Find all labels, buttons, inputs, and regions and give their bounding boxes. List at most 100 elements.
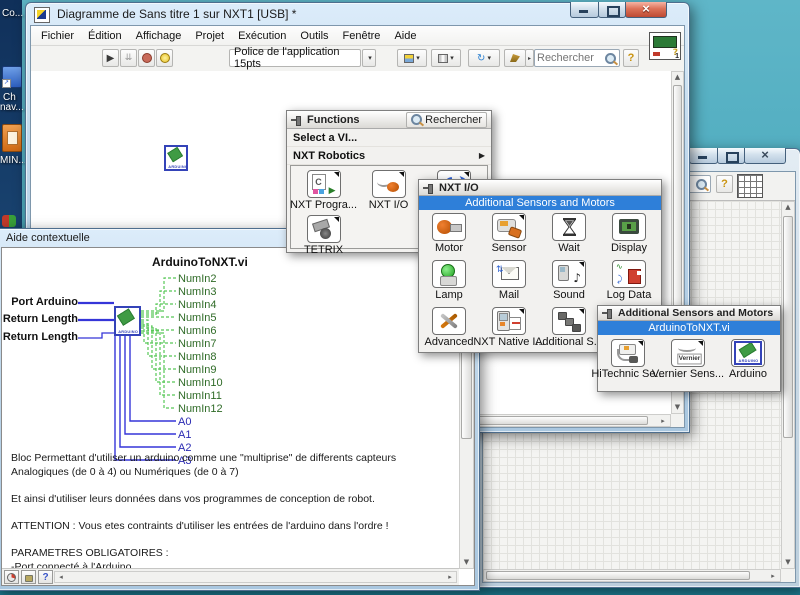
- scroll-right-arrow[interactable]: ▸: [768, 573, 778, 580]
- palette-cell-motor[interactable]: Motor: [419, 213, 479, 254]
- abort-button[interactable]: [138, 49, 155, 67]
- palette-item-select-vi[interactable]: Select a VI...: [287, 129, 491, 147]
- help-horizontal-scrollbar[interactable]: ◂ ▸: [54, 571, 457, 583]
- lock-button[interactable]: [21, 570, 36, 584]
- search-scope-button[interactable]: ▸: [525, 49, 534, 67]
- palette-cell-sound[interactable]: ♪ Sound: [539, 260, 599, 301]
- palette-cell-nxt-program[interactable]: C ▶ NXT Progra...: [291, 170, 356, 211]
- palette-cell-display[interactable]: Display: [599, 213, 659, 254]
- font-selector-dropdown[interactable]: [362, 49, 376, 67]
- highlight-execution-button[interactable]: [156, 49, 173, 67]
- menubar: Fichier Édition Affichage Projet Exécuti…: [31, 26, 684, 46]
- help-button[interactable]: ?: [623, 49, 639, 67]
- arduino-vi-node[interactable]: ARDUINO: [164, 145, 188, 171]
- pin-label: NumIn8: [178, 351, 217, 363]
- palette-cell-lamp[interactable]: Lamp: [419, 260, 479, 301]
- menu-item-execution[interactable]: Exécution: [231, 28, 293, 44]
- pin-icon[interactable]: [291, 115, 303, 125]
- reorder-button[interactable]: ↻: [468, 49, 500, 67]
- font-selector[interactable]: Police de l'application 15pts: [229, 49, 361, 67]
- palette-search-button[interactable]: Rechercher: [406, 112, 487, 128]
- additional-palette-titlebar[interactable]: Additional Sensors and Motors: [598, 306, 780, 321]
- palette-cell-additional-sensors[interactable]: Additional S...: [539, 307, 599, 348]
- palette-cell-wait[interactable]: Wait: [539, 213, 599, 254]
- cleanup-diagram-button[interactable]: [504, 49, 526, 67]
- palette-item-label: NXT Robotics: [293, 150, 365, 162]
- desktop-icon-folder[interactable]: [2, 124, 22, 152]
- meter-button[interactable]: [4, 570, 19, 584]
- scroll-up-arrow[interactable]: ▲: [672, 74, 683, 81]
- scrollbar-thumb[interactable]: [783, 216, 793, 438]
- description-line: Analogiques (de 0 à 4) ou Numériques (de…: [11, 466, 455, 480]
- palette-cell-nxt-native[interactable]: NXT Native I...: [479, 307, 539, 348]
- description-line: Et ainsi d'utiliser leurs données dans v…: [11, 493, 455, 507]
- palette-cell-vernier[interactable]: Vernier Vernier Sens...: [658, 339, 718, 380]
- palette-title: Additional Sensors and Motors: [618, 307, 773, 319]
- scroll-right-arrow[interactable]: ▸: [446, 574, 454, 581]
- palette-item-label: NXT Progra...: [290, 199, 357, 211]
- search-field[interactable]: [534, 49, 620, 67]
- additional-banner[interactable]: ArduinoToNXT.vi: [598, 321, 780, 335]
- palette-item-label: TETRIX: [304, 244, 343, 256]
- help-bottom-toolbar: ? ◂ ▸: [2, 568, 459, 585]
- align-objects-button[interactable]: [397, 49, 427, 67]
- menu-item-edition[interactable]: Édition: [81, 28, 129, 44]
- help-small-button[interactable]: ?: [38, 570, 53, 584]
- align-grid-icon[interactable]: [737, 174, 763, 198]
- menu-item-projet[interactable]: Projet: [188, 28, 231, 44]
- minimize-button[interactable]: [689, 148, 718, 164]
- palette-cell-sensor[interactable]: Sensor: [479, 213, 539, 254]
- additional-palette[interactable]: Additional Sensors and Motors ArduinoToN…: [597, 305, 781, 392]
- palette-cell-hitechnic[interactable]: HiTechnic Se...: [598, 339, 658, 380]
- pin-icon[interactable]: [602, 308, 614, 318]
- fp-help-button[interactable]: ?: [716, 175, 733, 193]
- distribute-objects-button[interactable]: [431, 49, 461, 67]
- pin-label: NumIn3: [178, 286, 217, 298]
- scroll-down-arrow[interactable]: ▼: [782, 559, 794, 566]
- arduino-board-icon: [117, 308, 136, 326]
- palette-cell-nxt-io[interactable]: NXT I/O: [356, 170, 421, 211]
- fp-horizontal-scrollbar[interactable]: ▸: [483, 569, 781, 582]
- desktop-icon-label[interactable]: nav...: [0, 102, 24, 113]
- minimize-button[interactable]: [570, 2, 599, 18]
- desktop-icon-app[interactable]: ↗: [2, 66, 22, 88]
- fp-vertical-scrollbar[interactable]: ▲ ▼: [781, 201, 795, 569]
- vi-icon[interactable]: ? 1: [649, 32, 681, 60]
- search-input[interactable]: [535, 52, 605, 64]
- run-continuous-button[interactable]: ⇊: [120, 49, 137, 67]
- menu-item-aide[interactable]: Aide: [387, 28, 423, 44]
- functions-palette-titlebar[interactable]: Functions Rechercher: [287, 111, 491, 129]
- scroll-left-arrow[interactable]: ◂: [57, 574, 65, 581]
- context-help-window[interactable]: Aide contextuelle ArduinoToNXT.vi: [0, 228, 480, 591]
- scroll-down-arrow[interactable]: ▼: [672, 404, 683, 411]
- run-button[interactable]: ▶: [102, 49, 119, 67]
- pin-icon[interactable]: [423, 183, 435, 193]
- desktop-icon-partial[interactable]: [2, 215, 16, 227]
- palette-cell-mail[interactable]: ⇅ Mail: [479, 260, 539, 301]
- maximize-button[interactable]: [717, 148, 745, 164]
- menu-item-outils[interactable]: Outils: [293, 28, 335, 44]
- palette-cell-log-data[interactable]: ∿ ⤸ Log Data: [599, 260, 659, 301]
- menu-item-fichier[interactable]: Fichier: [34, 28, 81, 44]
- scroll-down-arrow[interactable]: ▼: [460, 559, 473, 566]
- arduino-icon: ARDUINO: [734, 341, 762, 365]
- palette-cell-arduino[interactable]: ARDUINO Arduino: [718, 339, 778, 380]
- scroll-up-arrow[interactable]: ▲: [782, 204, 794, 211]
- nxtio-palette-titlebar[interactable]: NXT I/O: [419, 180, 661, 196]
- maximize-button[interactable]: [598, 2, 626, 18]
- close-button[interactable]: [625, 2, 667, 18]
- close-button[interactable]: [744, 148, 786, 164]
- palette-cell-tetrix[interactable]: TETRIX: [291, 215, 356, 256]
- palette-item-nxt-robotics[interactable]: NXT Robotics ▶: [287, 147, 491, 165]
- menu-item-affichage[interactable]: Affichage: [129, 28, 189, 44]
- nxtio-banner[interactable]: Additional Sensors and Motors: [419, 196, 661, 210]
- palette-cell-advanced[interactable]: Advanced: [419, 307, 479, 348]
- desktop-icon-label[interactable]: Co...: [2, 8, 23, 19]
- palette-item-label: Arduino: [729, 368, 767, 380]
- menu-item-fenetre[interactable]: Fenêtre: [336, 28, 388, 44]
- pin-label: A1: [178, 429, 191, 441]
- scrollbar-thumb[interactable]: [673, 85, 682, 326]
- desktop-icon-label[interactable]: MIN...: [0, 155, 27, 166]
- scroll-right-arrow[interactable]: ▸: [658, 418, 668, 425]
- scrollbar-thumb[interactable]: [486, 571, 750, 580]
